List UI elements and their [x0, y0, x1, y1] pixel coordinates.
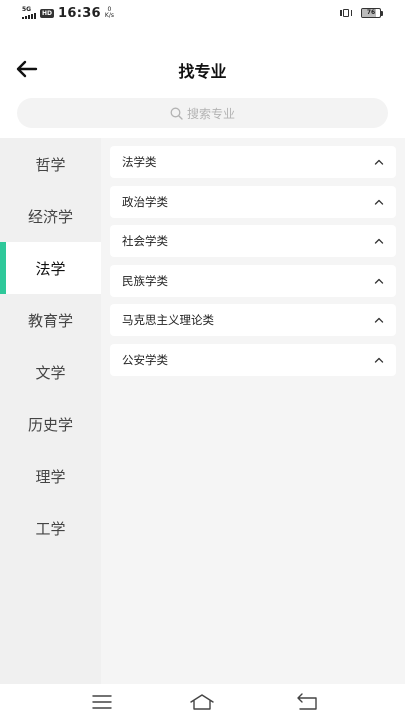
page-title: 找专业	[178, 62, 227, 81]
sidebar-item-label: 哲学	[35, 155, 66, 174]
sidebar-item[interactable]: 教育学	[0, 294, 101, 346]
signal-indicator: 5G	[22, 7, 36, 19]
sidebar-item-label: 历史学	[27, 415, 73, 434]
search-icon	[170, 107, 183, 120]
status-right: 76	[339, 8, 383, 18]
sidebar-item[interactable]: 经济学	[0, 190, 101, 242]
chevron-up-icon	[374, 357, 384, 363]
net-speed: 0 K/s	[105, 7, 114, 19]
major-category-item[interactable]: 马克思主义理论类	[110, 304, 396, 336]
status-bar: 5G HD 16:36 0 K/s 76	[0, 0, 405, 26]
sidebar-item[interactable]: 工学	[0, 502, 101, 554]
major-category-label: 马克思主义理论类	[122, 313, 214, 327]
sidebar-item[interactable]: 文学	[0, 346, 101, 398]
chevron-up-icon	[374, 199, 384, 205]
major-list: 法学类政治学类社会学类民族学类马克思主义理论类 公安学类	[110, 146, 396, 383]
menu-icon	[92, 695, 112, 709]
menu-button[interactable]	[89, 690, 115, 714]
sidebar-item-label: 经济学	[27, 207, 73, 226]
net-speed-unit: K/s	[104, 12, 114, 19]
home-icon	[190, 694, 214, 710]
major-category-item[interactable]: 民族学类	[110, 264, 396, 297]
chevron-up-icon	[374, 238, 384, 244]
sidebar-item-label: 法学	[35, 259, 66, 278]
major-category-label: 民族学类	[122, 273, 168, 288]
sidebar-item[interactable]: 法学	[0, 242, 101, 294]
chevron-up-icon	[374, 278, 384, 284]
content-area: 哲学经济学法学教育学文学历史学理学工学 法学类政治学类社会学类民族学类马克思主义…	[0, 138, 405, 684]
sidebar-item-label: 文学	[35, 363, 66, 382]
clock: 16:36	[58, 5, 101, 21]
chevron-up-icon	[374, 159, 384, 165]
major-category-item[interactable]: 社会学类	[110, 225, 396, 257]
major-category-label: 政治学类	[122, 194, 168, 209]
sidebar-item-label: 工学	[35, 519, 66, 538]
major-category-item[interactable]: 法学类	[110, 146, 396, 178]
home-button[interactable]	[189, 690, 215, 714]
battery-icon: 76	[361, 8, 383, 18]
sidebar-item-label: 教育学	[27, 311, 73, 330]
sidebar-item[interactable]: 理学	[0, 450, 101, 502]
chevron-up-icon	[374, 317, 384, 323]
vibrate-icon	[339, 8, 353, 18]
system-nav-bar	[0, 684, 405, 720]
major-category-label: 公安学类	[122, 352, 168, 367]
major-category-item[interactable]: 政治学类	[110, 185, 396, 218]
search-input[interactable]: 搜索专业	[17, 98, 388, 128]
status-left: 5G HD 16:36 0 K/s	[22, 6, 114, 21]
category-sidebar: 哲学经济学法学教育学文学历史学理学工学	[0, 138, 101, 684]
hd-badge: HD	[40, 8, 55, 18]
header: 找专业	[0, 50, 405, 88]
sidebar-item-label: 理学	[35, 467, 66, 486]
back-icon	[297, 693, 317, 710]
battery-level: 76	[366, 9, 376, 16]
major-category-item[interactable]: 公安学类	[110, 343, 396, 376]
sidebar-item[interactable]: 历史学	[0, 398, 101, 450]
signal-bars-icon	[22, 13, 36, 19]
major-category-label: 社会学类	[122, 234, 168, 248]
major-category-label: 法学类	[122, 155, 157, 169]
sidebar-item[interactable]: 哲学	[0, 138, 101, 190]
search-placeholder: 搜索专业	[186, 106, 235, 121]
back-nav-button[interactable]	[294, 690, 320, 714]
